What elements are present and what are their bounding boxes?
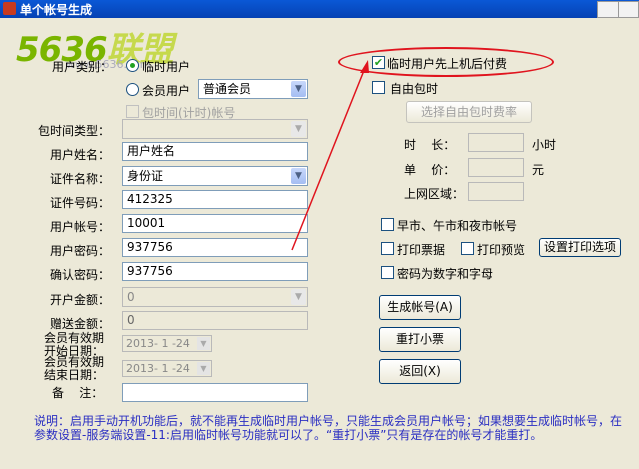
explanation-note: 说明：启用手动开机功能后，就不能再生成临时用户帐号，只能生成会员用户帐号；如果想… [34,414,623,442]
annotation-arrow [291,60,369,251]
